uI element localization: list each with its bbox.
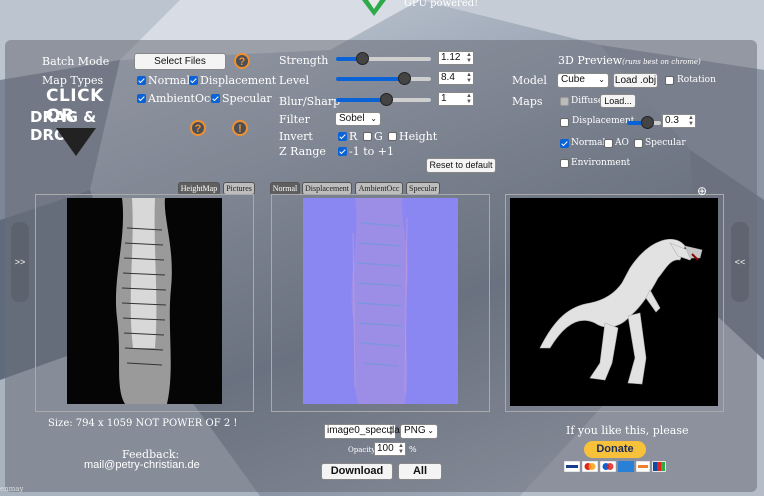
displacement-checkbox[interactable] [560,118,569,127]
normalmap-image[interactable] [303,198,458,404]
reset-default-button[interactable]: Reset to default [426,158,496,173]
map-normal-label: Normal [148,74,191,87]
payment-cards-icon [564,461,666,473]
drop-zone[interactable]: CLICK OR DRAG & DROP [28,86,132,160]
invert-height-checkbox[interactable] [388,132,397,141]
environment-label: Environment [571,158,631,168]
level-label: Level [279,74,310,87]
model-select-value: Cube [561,74,585,85]
invert-g-label: G [374,130,383,143]
displacement-label: Displacement [572,116,635,126]
preview-3d-title-text: 3D Preview [558,54,623,67]
format-select-value: PNG [404,425,426,436]
chevron-down-icon-2: ⌄ [598,75,605,84]
heightmap-image[interactable] [67,198,222,404]
invert-r-label: R [349,130,358,143]
bottom-left-text: enmay [0,485,24,493]
preview-3d-note: (runs best on chrome) [622,58,701,66]
map-displacement-label: Displacement [200,74,277,87]
ao-checkbox[interactable] [604,139,613,148]
specular-3d-label: Specular [645,138,686,148]
blur-sharp-slider-thumb[interactable] [380,93,393,106]
blur-sharp-label: Blur/Sharp [279,95,341,108]
opacity-percent: % [409,445,417,454]
download-all-button[interactable]: All [398,463,442,480]
gpu-powered-text: GPU powered! [404,0,479,9]
specular-3d-checkbox[interactable] [634,139,643,148]
preview-3d-canvas[interactable] [510,198,718,406]
down-arrow-icon [56,128,96,156]
image-size-text: Size: 794 x 1059 NOT POWER OF 2 ! [48,418,238,429]
zrange-label: Z Range [279,145,326,158]
chevron-down-icon: ⌄ [370,114,377,123]
right-panel-toggle[interactable]: << [731,222,749,302]
map-ambientocc-checkbox[interactable] [137,94,146,103]
left-panel-toggle[interactable]: >> [11,222,29,302]
help-icon[interactable]: ? [234,53,250,69]
ao-label: AO [615,138,629,148]
batch-mode-label: Batch Mode [42,55,110,68]
zrange-checkbox[interactable] [338,147,347,156]
spinner-arrows-icon[interactable]: ▲ ▼ [466,72,472,84]
select-files-button[interactable]: Select Files [134,53,226,70]
blur-sharp-input[interactable]: 1 ▲ ▼ [438,92,474,106]
displacement-slider-thumb[interactable] [641,116,654,129]
blur-sharp-slider[interactable] [336,93,431,106]
normal-3d-checkbox[interactable] [560,139,569,148]
strength-slider-thumb[interactable] [356,52,369,65]
maps-label: Maps [512,95,543,108]
spinner-arrows-icon[interactable]: ▲ ▼ [398,443,404,455]
strength-input[interactable]: 1.12 ▲ ▼ [438,51,474,65]
help-icon-2[interactable]: ? [190,120,206,136]
level-input[interactable]: 8.4 ▲ ▼ [438,71,474,85]
displacement-input[interactable]: 0.3 ▲ ▼ [662,114,696,128]
normal-3d-label: Normal [571,138,606,148]
spinner-arrows-icon[interactable]: ▲ ▼ [688,115,694,127]
map-displacement-checkbox[interactable] [189,76,198,85]
invert-label: Invert [279,130,313,143]
chevron-down-icon-3: ⌄ [427,426,434,435]
level-slider[interactable] [336,72,431,85]
rotation-label: Rotation [677,75,716,85]
donate-button[interactable]: Donate [584,441,646,458]
zoom-icon[interactable]: ⊕ [697,184,707,198]
preview-3d-title: 3D Preview(runs best on chrome) [558,54,701,67]
spinner-arrows-icon[interactable]: ▲ ▼ [466,52,472,64]
load-obj-button[interactable]: Load .obj [613,73,658,88]
spinner-arrows-icon[interactable]: ▲ ▼ [388,425,394,437]
model-label: Model [512,74,547,87]
environment-checkbox[interactable] [560,159,569,168]
invert-g-checkbox[interactable] [363,132,372,141]
rotation-checkbox[interactable] [665,76,674,85]
diffuse-label: Diffuse [571,96,604,106]
displacement-slider[interactable] [627,116,661,129]
warning-icon[interactable]: ! [232,120,248,136]
model-select[interactable]: Cube ⌄ [557,73,609,88]
map-ambientocc-label: AmbientOcc [148,92,217,105]
load-diffuse-button[interactable]: Load... [600,94,636,108]
spinner-arrows-icon[interactable]: ▲ ▼ [466,93,472,105]
filter-label: Filter [279,113,310,126]
download-button[interactable]: Download [321,463,393,480]
opacity-input[interactable]: 100 ▲ ▼ [374,442,406,456]
format-select[interactable]: PNG ⌄ [400,424,438,439]
invert-height-label: Height [399,130,438,143]
diffuse-checkbox[interactable] [560,97,569,106]
invert-r-checkbox[interactable] [338,132,347,141]
strength-label: Strength [279,54,329,67]
strength-slider[interactable] [336,52,431,65]
level-slider-thumb[interactable] [398,72,411,85]
donate-text: If you like this, please [566,424,689,437]
feedback-email-link[interactable]: mail@petry-christian.de [84,459,200,471]
map-specular-checkbox[interactable] [211,94,220,103]
opacity-label: Opacity [348,446,376,454]
gpu-logo-icon [362,0,386,16]
zrange-option-label: -1 to +1 [349,145,394,158]
filter-select[interactable]: Sobel ⌄ [335,112,381,126]
map-specular-label: Specular [222,92,272,105]
filename-input[interactable]: image0_specular ▲ ▼ [324,424,403,439]
map-normal-checkbox[interactable] [137,76,146,85]
filter-select-value: Sobel [339,113,365,124]
